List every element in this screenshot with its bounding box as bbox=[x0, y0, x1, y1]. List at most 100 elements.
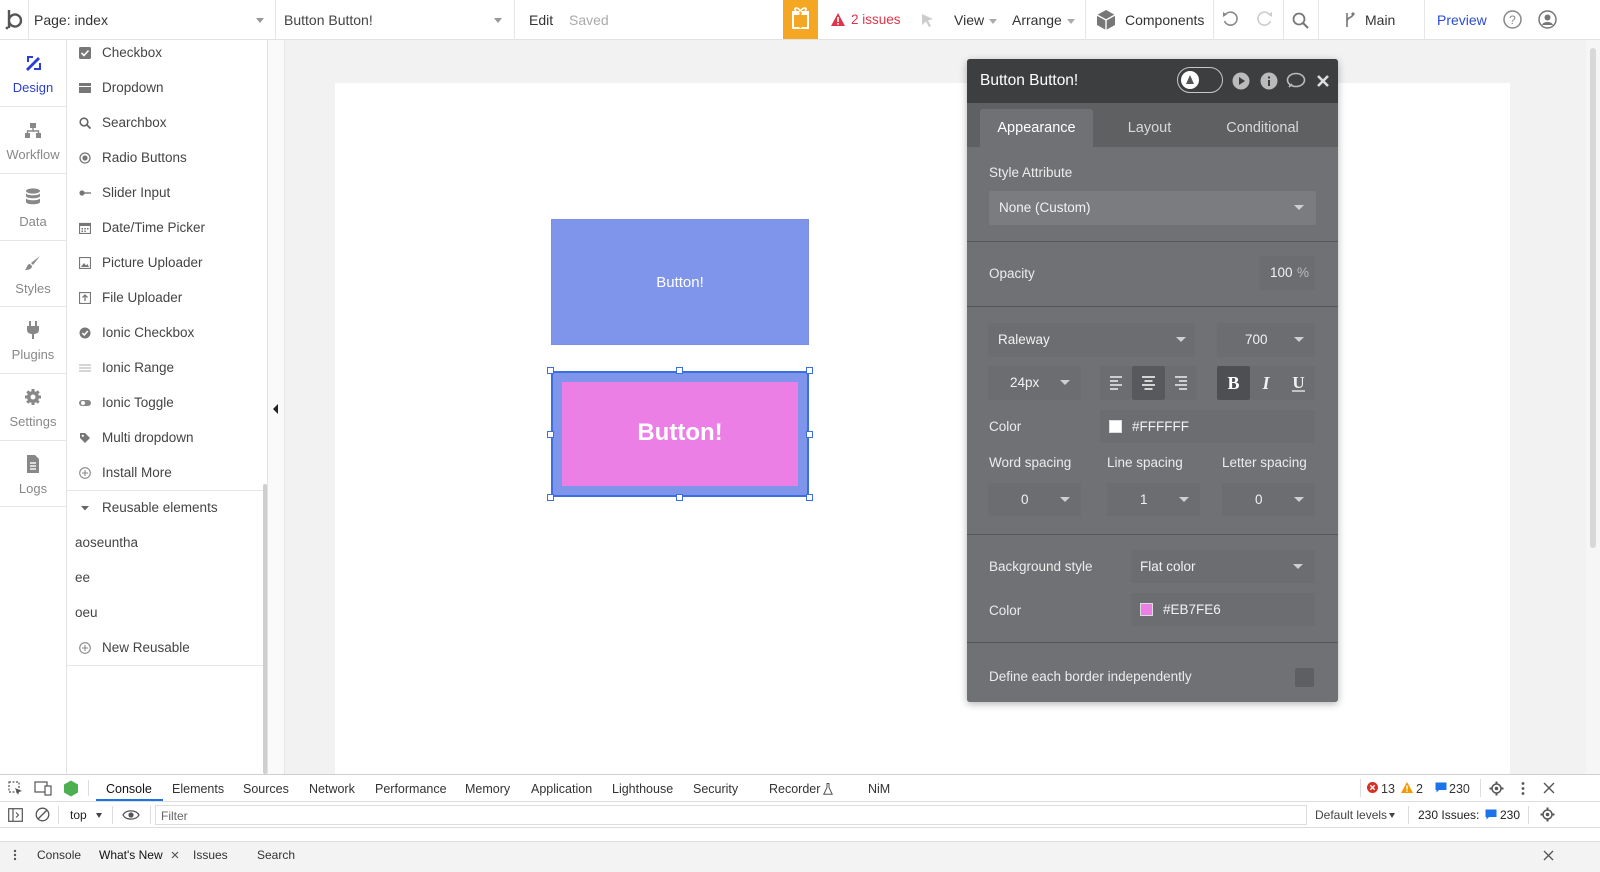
redo-icon[interactable] bbox=[1256, 10, 1274, 28]
resize-handle[interactable] bbox=[547, 494, 554, 501]
background-style-dropdown[interactable]: Flat color bbox=[1131, 550, 1315, 583]
log-levels-dropdown[interactable]: Default levels bbox=[1315, 808, 1387, 822]
cursor-icon[interactable] bbox=[920, 12, 936, 28]
sidebar-toggle-icon[interactable] bbox=[8, 808, 23, 822]
devtools-tab-memory[interactable]: Memory bbox=[465, 782, 510, 796]
message-count[interactable]: 230 bbox=[1449, 782, 1470, 796]
nav-design[interactable]: Design bbox=[0, 40, 66, 107]
element-install-more[interactable]: Install More bbox=[67, 456, 267, 491]
devtools-tab-lighthouse[interactable]: Lighthouse bbox=[612, 782, 673, 796]
context-selector[interactable]: top bbox=[70, 808, 87, 822]
drawer-menu-icon[interactable] bbox=[13, 849, 17, 861]
resize-handle[interactable] bbox=[547, 367, 554, 374]
error-count[interactable]: 13 bbox=[1381, 782, 1395, 796]
bubble-logo[interactable] bbox=[4, 8, 26, 32]
device-toggle-icon[interactable] bbox=[34, 781, 52, 796]
font-size-dropdown[interactable]: 24px bbox=[988, 366, 1081, 400]
branch-selector[interactable]: Main bbox=[1365, 12, 1395, 28]
reusable-item[interactable]: oeu bbox=[67, 596, 267, 631]
account-icon[interactable] bbox=[1538, 10, 1557, 29]
devtools-tab-recorder[interactable]: Recorder bbox=[769, 782, 820, 796]
element-searchbox[interactable]: Searchbox bbox=[67, 106, 267, 141]
close-icon[interactable] bbox=[1316, 74, 1330, 88]
devtools-close-icon[interactable] bbox=[1543, 782, 1555, 794]
drawer-tab-console[interactable]: Console bbox=[37, 848, 81, 862]
drawer-close-icon[interactable] bbox=[1543, 850, 1554, 861]
reusable-item[interactable]: ee bbox=[67, 561, 267, 596]
nav-plugins[interactable]: Plugins bbox=[0, 307, 66, 374]
drawer-tab-close-icon[interactable] bbox=[171, 851, 179, 859]
devtools-tab-elements[interactable]: Elements bbox=[172, 782, 224, 796]
opacity-input[interactable]: 100 % bbox=[1259, 256, 1315, 290]
branch-icon[interactable] bbox=[1344, 11, 1356, 29]
help-icon[interactable]: ? bbox=[1503, 10, 1522, 29]
resize-handle[interactable] bbox=[806, 431, 813, 438]
element-ionic-range[interactable]: Ionic Range bbox=[67, 351, 267, 386]
element-picture-uploader[interactable]: Picture Uploader bbox=[67, 246, 267, 281]
error-count-icon[interactable] bbox=[1367, 782, 1378, 793]
canvas-scrollbar[interactable] bbox=[1586, 40, 1600, 790]
devtools-tab-nim[interactable]: NiM bbox=[868, 782, 890, 796]
drawer-tab-search[interactable]: Search bbox=[257, 848, 295, 862]
word-spacing-dropdown[interactable]: 0 bbox=[988, 483, 1081, 516]
warning-icon[interactable] bbox=[831, 13, 845, 26]
underline-button[interactable]: U bbox=[1282, 366, 1315, 400]
more-options-icon[interactable] bbox=[1520, 781, 1526, 796]
element-file-uploader[interactable]: File Uploader bbox=[67, 281, 267, 316]
align-right-button[interactable] bbox=[1165, 366, 1197, 400]
style-attribute-dropdown[interactable]: None (Custom) bbox=[989, 191, 1316, 225]
canvas-button-2[interactable]: Button! bbox=[551, 371, 809, 497]
resize-handle[interactable] bbox=[676, 494, 683, 501]
nav-settings[interactable]: Settings bbox=[0, 374, 66, 441]
canvas-button-1[interactable]: Button! bbox=[551, 219, 809, 345]
ai-toggle[interactable] bbox=[1177, 67, 1223, 93]
devtools-tab-network[interactable]: Network bbox=[309, 782, 355, 796]
live-expression-eye-icon[interactable] bbox=[122, 808, 140, 822]
tab-conditional[interactable]: Conditional bbox=[1206, 109, 1319, 147]
new-reusable-button[interactable]: New Reusable bbox=[67, 631, 267, 666]
devtools-tab-console[interactable]: Console bbox=[106, 782, 152, 796]
nav-logs[interactable]: Logs bbox=[0, 441, 66, 508]
nav-data[interactable]: Data bbox=[0, 174, 66, 241]
element-selector[interactable]: Button Button! bbox=[284, 12, 373, 28]
nav-styles[interactable]: Styles bbox=[0, 241, 66, 308]
page-selector-label[interactable]: Page: index bbox=[34, 12, 108, 28]
extension-hex-icon[interactable] bbox=[63, 780, 79, 797]
page-selector-caret-icon[interactable] bbox=[256, 18, 264, 23]
console-filter-input[interactable]: Filter bbox=[155, 805, 1307, 825]
palette-scrollbar[interactable] bbox=[263, 40, 285, 790]
view-menu[interactable]: View bbox=[954, 12, 984, 28]
drawer-tab-issues[interactable]: Issues bbox=[193, 848, 228, 862]
element-checkbox[interactable]: Checkbox bbox=[67, 36, 267, 71]
element-ionic-toggle[interactable]: Ionic Toggle bbox=[67, 386, 267, 421]
gift-button[interactable] bbox=[783, 0, 818, 39]
drawer-tab-whats-new[interactable]: What's New bbox=[99, 848, 163, 862]
italic-button[interactable]: I bbox=[1250, 366, 1282, 400]
font-color-picker[interactable]: #FFFFFF bbox=[1100, 410, 1315, 443]
element-ionic-checkbox[interactable]: Ionic Checkbox bbox=[67, 316, 267, 351]
align-center-button[interactable] bbox=[1132, 366, 1165, 400]
devtools-settings-icon[interactable] bbox=[1489, 781, 1504, 796]
bold-button[interactable]: B bbox=[1217, 366, 1250, 400]
letter-spacing-dropdown[interactable]: 0 bbox=[1222, 483, 1315, 516]
view-caret-icon[interactable] bbox=[989, 19, 997, 24]
resize-handle[interactable] bbox=[806, 494, 813, 501]
property-editor-header[interactable]: Button Button! bbox=[967, 59, 1338, 103]
collapse-panel-icon[interactable] bbox=[273, 404, 278, 414]
info-icon[interactable] bbox=[1260, 72, 1278, 90]
preview-button[interactable]: Preview bbox=[1437, 12, 1487, 28]
edit-menu[interactable]: Edit bbox=[529, 12, 553, 28]
font-family-dropdown[interactable]: Raleway bbox=[988, 323, 1195, 357]
tab-layout[interactable]: Layout bbox=[1093, 109, 1206, 147]
element-multi-dropdown[interactable]: Multi dropdown bbox=[67, 421, 267, 456]
background-color-picker[interactable]: #EB7FE6 bbox=[1131, 593, 1315, 626]
warning-count-icon[interactable] bbox=[1401, 782, 1413, 793]
devtools-tab-performance[interactable]: Performance bbox=[375, 782, 447, 796]
cube-icon[interactable] bbox=[1096, 9, 1116, 31]
console-settings-icon[interactable] bbox=[1540, 807, 1555, 822]
issues-summary-label[interactable]: 230 Issues: bbox=[1418, 808, 1479, 822]
tab-appearance[interactable]: Appearance bbox=[980, 109, 1093, 147]
resize-handle[interactable] bbox=[676, 367, 683, 374]
inspect-icon[interactable] bbox=[8, 781, 23, 796]
devtools-tab-application[interactable]: Application bbox=[531, 782, 592, 796]
